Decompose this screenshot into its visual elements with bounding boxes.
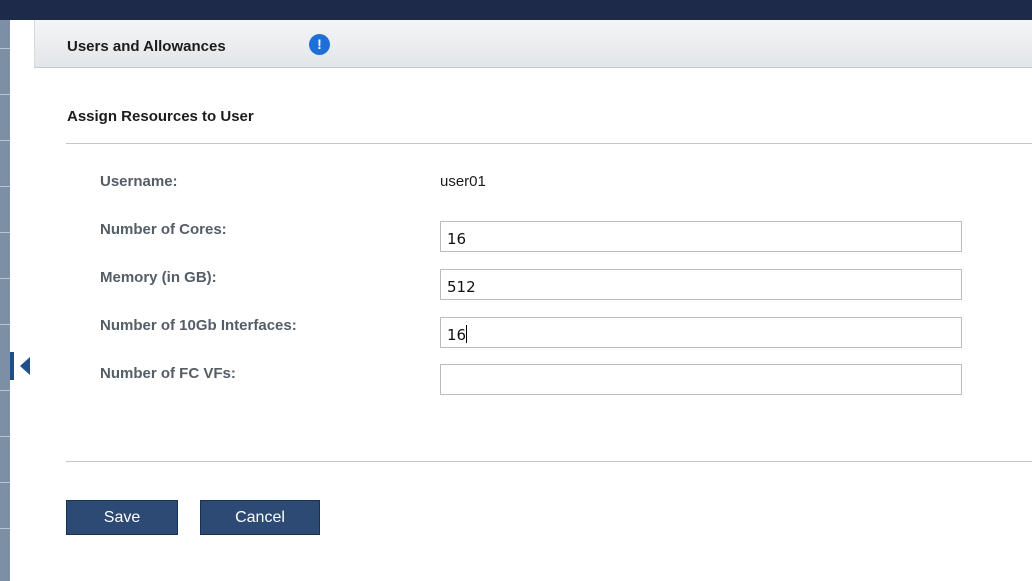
text-caret (466, 325, 468, 343)
memory-input[interactable]: 512 (440, 269, 962, 300)
section-title: Assign Resources to User (67, 108, 254, 125)
rail-separator (0, 94, 10, 95)
memory-label: Memory (in GB): (100, 269, 217, 286)
rail-separator (0, 48, 10, 49)
left-navigation-rail (0, 20, 10, 581)
username-value: user01 (440, 173, 486, 190)
fc-vfs-label: Number of FC VFs: (100, 365, 236, 382)
rail-separator (0, 390, 10, 391)
panel-title: Users and Allowances (67, 38, 226, 55)
rail-separator (0, 528, 10, 529)
memory-input-value: 512 (447, 278, 476, 296)
rail-separator (0, 482, 10, 483)
panel-header: Users and Allowances ! (34, 20, 1032, 68)
rail-separator (0, 436, 10, 437)
rail-separator (0, 278, 10, 279)
cancel-button[interactable]: Cancel (200, 500, 320, 535)
content-gutter (10, 20, 34, 581)
rail-separator (0, 232, 10, 233)
collapse-arrow-icon[interactable] (20, 357, 30, 375)
cores-label: Number of Cores: (100, 221, 227, 238)
rail-separator (0, 186, 10, 187)
cores-input[interactable]: 16 (440, 221, 962, 252)
fc-vfs-input[interactable] (440, 364, 962, 395)
info-icon[interactable]: ! (309, 34, 330, 55)
rail-separator (0, 324, 10, 325)
cores-input-value: 16 (447, 230, 467, 248)
footer-divider (66, 461, 1032, 462)
interfaces-input[interactable]: 16 (440, 317, 962, 348)
interfaces-label: Number of 10Gb Interfaces: (100, 317, 297, 334)
rail-separator (0, 140, 10, 141)
top-navigation-strip (0, 0, 1032, 20)
collapse-tab[interactable] (10, 352, 14, 380)
save-button[interactable]: Save (66, 500, 178, 535)
section-divider (66, 143, 1032, 144)
interfaces-input-value: 16 (447, 326, 467, 344)
username-label: Username: (100, 173, 178, 190)
